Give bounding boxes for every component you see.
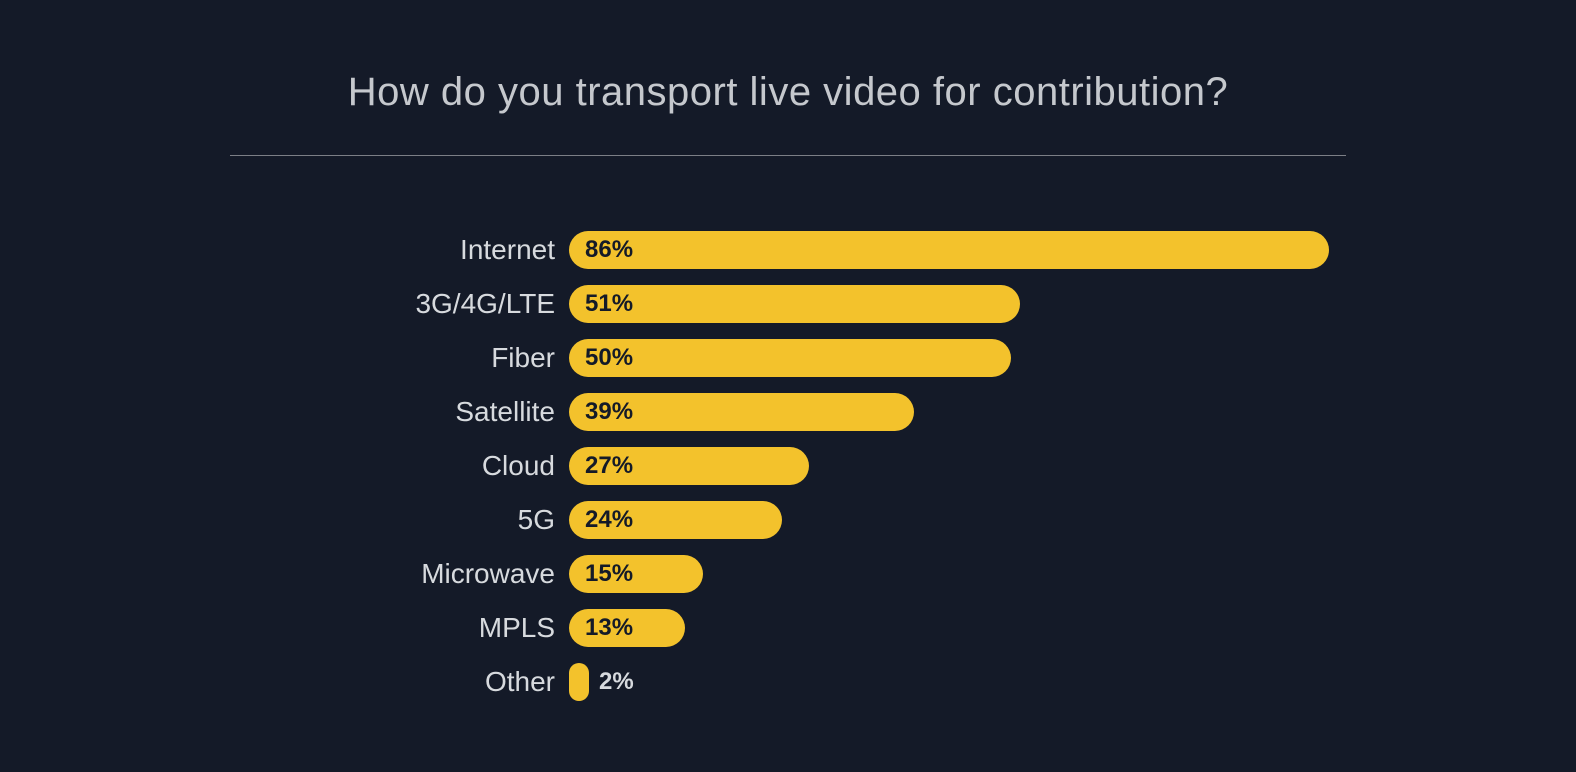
bar: [569, 663, 589, 701]
value-label: 2%: [589, 668, 634, 696]
category-label: 3G/4G/LTE: [0, 288, 569, 320]
bar-row: Cloud27%: [0, 439, 1576, 493]
bar-area: 86%: [569, 223, 1576, 277]
bar: 24%: [569, 501, 782, 539]
bar-row: 3G/4G/LTE51%: [0, 277, 1576, 331]
bar: 51%: [569, 285, 1020, 323]
category-label: Microwave: [0, 558, 569, 590]
category-label: 5G: [0, 504, 569, 536]
bar-row: Fiber50%: [0, 331, 1576, 385]
bar: 13%: [569, 609, 685, 647]
category-label: MPLS: [0, 612, 569, 644]
chart-container: How do you transport live video for cont…: [0, 0, 1576, 772]
title-separator: [230, 155, 1346, 156]
value-label: 50%: [569, 344, 633, 372]
category-label: Other: [0, 666, 569, 698]
category-label: Cloud: [0, 450, 569, 482]
category-label: Satellite: [0, 396, 569, 428]
bar: 27%: [569, 447, 809, 485]
bar-row: Other 2%: [0, 655, 1576, 709]
value-label: 27%: [569, 452, 633, 480]
category-label: Fiber: [0, 342, 569, 374]
chart-title: How do you transport live video for cont…: [0, 70, 1576, 115]
value-label: 86%: [569, 236, 633, 264]
bar-area: 24%: [569, 493, 1576, 547]
value-label: 51%: [569, 290, 633, 318]
bar-area: 2%: [569, 655, 1576, 709]
bar: 15%: [569, 555, 703, 593]
value-label: 15%: [569, 560, 633, 588]
bar-area: 27%: [569, 439, 1576, 493]
value-label: 24%: [569, 506, 633, 534]
bar-area: 15%: [569, 547, 1576, 601]
bar-area: 51%: [569, 277, 1576, 331]
bar: 86%: [569, 231, 1329, 269]
bar: 50%: [569, 339, 1011, 377]
value-label: 13%: [569, 614, 633, 642]
bar-chart: Internet86%3G/4G/LTE51%Fiber50%Satellite…: [0, 223, 1576, 709]
bar-row: MPLS13%: [0, 601, 1576, 655]
bar-row: 5G24%: [0, 493, 1576, 547]
bar-row: Internet86%: [0, 223, 1576, 277]
value-label: 39%: [569, 398, 633, 426]
category-label: Internet: [0, 234, 569, 266]
bar-row: Satellite39%: [0, 385, 1576, 439]
bar-area: 50%: [569, 331, 1576, 385]
bar-row: Microwave15%: [0, 547, 1576, 601]
bar: 39%: [569, 393, 914, 431]
bar-area: 13%: [569, 601, 1576, 655]
bar-area: 39%: [569, 385, 1576, 439]
